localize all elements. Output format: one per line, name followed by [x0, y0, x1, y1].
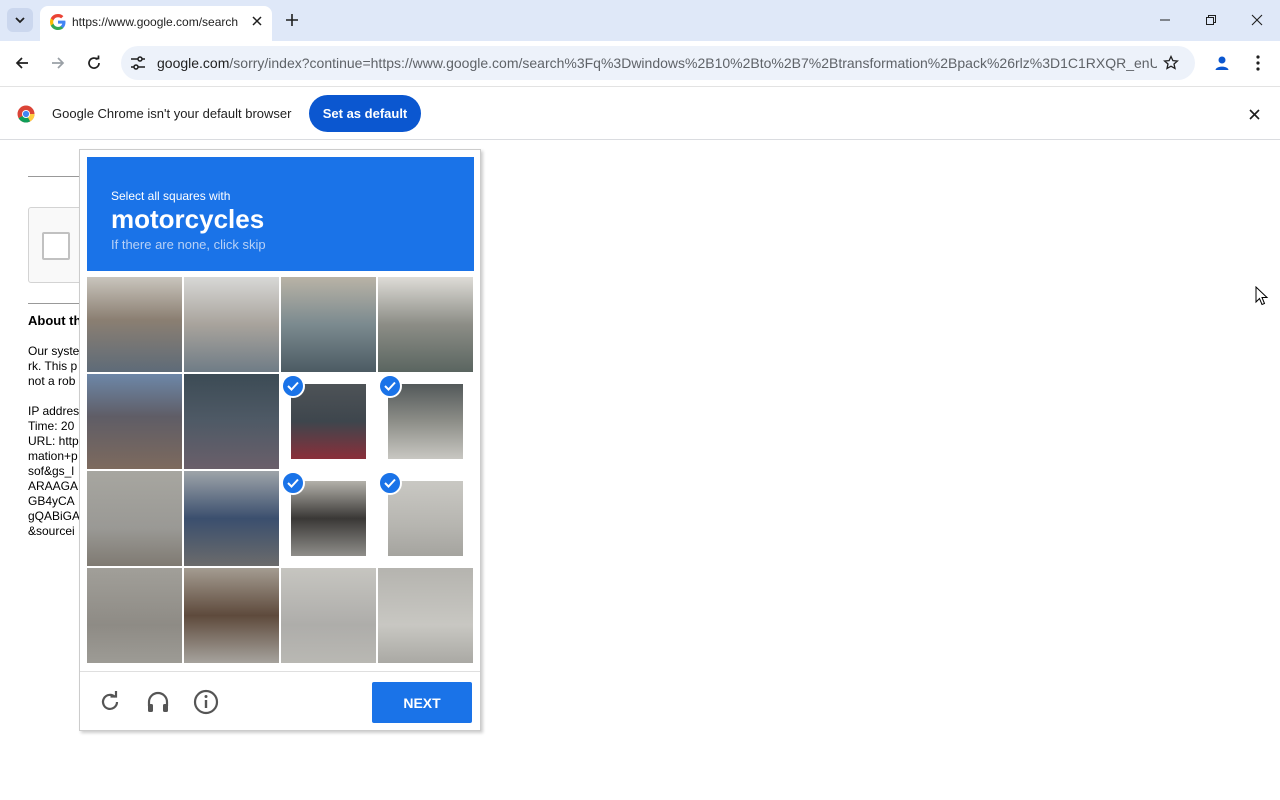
- audio-challenge-button[interactable]: [144, 688, 172, 716]
- back-arrow-icon: [15, 57, 28, 69]
- profile-button[interactable]: [1210, 51, 1234, 75]
- tile-image: [291, 384, 366, 459]
- tile-image: [388, 481, 463, 556]
- challenge-header: Select all squares with motorcycles If t…: [87, 157, 474, 271]
- forward-arrow-icon: [52, 57, 65, 69]
- checkmark-icon: [281, 374, 305, 398]
- tile-image: [184, 277, 279, 372]
- image-tile[interactable]: [281, 471, 376, 566]
- image-tile[interactable]: [378, 277, 473, 372]
- infobar-message: Google Chrome isn't your default browser: [52, 106, 292, 121]
- checkmark-icon: [281, 471, 305, 495]
- close-window-button[interactable]: [1243, 8, 1271, 32]
- url-text: google.com/sorry/index?continue=https://…: [157, 55, 1157, 71]
- tile-image: [184, 471, 279, 566]
- image-grid: [87, 277, 474, 664]
- tile-image: [87, 471, 182, 566]
- image-tile[interactable]: [87, 277, 182, 372]
- tile-image: [388, 384, 463, 459]
- star-icon: [1163, 55, 1179, 70]
- next-button[interactable]: NEXT: [372, 682, 472, 723]
- challenge-skip-hint: If there are none, click skip: [111, 237, 266, 252]
- close-tab-button[interactable]: [248, 12, 266, 30]
- tab-bar: https://www.google.com/search: [0, 0, 1280, 41]
- google-g-icon: [50, 14, 66, 30]
- reload-challenge-button[interactable]: [96, 688, 124, 716]
- image-tile[interactable]: [184, 568, 279, 663]
- close-icon: [1251, 14, 1263, 26]
- tile-image: [184, 374, 279, 469]
- image-tile[interactable]: [378, 568, 473, 663]
- url-path: /sorry/index?continue=https://www.google…: [229, 55, 1157, 71]
- image-tile[interactable]: [281, 277, 376, 372]
- challenge-instruction: Select all squares with: [111, 189, 231, 203]
- image-tile[interactable]: [87, 471, 182, 566]
- tab-search-button[interactable]: [7, 8, 33, 32]
- close-infobar-button[interactable]: [1244, 104, 1264, 124]
- tile-image: [281, 277, 376, 372]
- challenge-footer: NEXT: [80, 671, 480, 731]
- image-tile[interactable]: [281, 568, 376, 663]
- new-tab-button[interactable]: [282, 10, 302, 30]
- image-tile[interactable]: [184, 277, 279, 372]
- recaptcha-challenge: Select all squares with motorcycles If t…: [79, 149, 481, 731]
- back-button[interactable]: [10, 51, 34, 75]
- url-host: google.com: [157, 55, 230, 71]
- forward-button[interactable]: [46, 51, 70, 75]
- tile-image: [378, 277, 473, 372]
- tile-image: [87, 568, 182, 663]
- profile-icon: [1215, 56, 1229, 70]
- tile-image: [87, 374, 182, 469]
- reload-icon: [101, 691, 119, 710]
- chrome-menu-button[interactable]: [1248, 51, 1268, 75]
- reload-button[interactable]: [82, 51, 106, 75]
- image-tile[interactable]: [378, 471, 473, 566]
- restore-button[interactable]: [1197, 8, 1225, 32]
- image-tile[interactable]: [87, 568, 182, 663]
- tile-image: [281, 568, 376, 663]
- tile-image: [87, 277, 182, 372]
- minimize-button[interactable]: [1151, 8, 1179, 32]
- default-browser-infobar: Google Chrome isn't your default browser…: [0, 86, 1280, 140]
- tune-icon: [131, 56, 145, 70]
- recaptcha-checkbox[interactable]: [42, 232, 70, 260]
- image-tile[interactable]: [378, 374, 473, 469]
- headphones-icon: [147, 691, 169, 712]
- tab-active[interactable]: https://www.google.com/search: [40, 6, 272, 41]
- checkmark-icon: [378, 374, 402, 398]
- image-tile[interactable]: [281, 374, 376, 469]
- minimize-icon: [1160, 19, 1170, 21]
- set-as-default-button[interactable]: Set as default: [309, 95, 421, 132]
- help-button[interactable]: [192, 688, 220, 716]
- toolbar: google.com/sorry/index?continue=https://…: [0, 41, 1280, 86]
- chrome-logo-icon: [17, 105, 35, 123]
- bookmark-button[interactable]: [1161, 53, 1181, 73]
- about-heading: About th: [28, 313, 82, 328]
- close-icon: [252, 16, 262, 26]
- checkmark-icon: [378, 471, 402, 495]
- tile-image: [378, 568, 473, 663]
- tile-image: [184, 568, 279, 663]
- address-bar[interactable]: google.com/sorry/index?continue=https://…: [121, 46, 1195, 80]
- image-tile[interactable]: [87, 374, 182, 469]
- chevron-down-icon: [15, 17, 25, 24]
- image-tile[interactable]: [184, 471, 279, 566]
- tile-image: [291, 481, 366, 556]
- kebab-menu-icon: [1256, 55, 1260, 71]
- tab-title: https://www.google.com/search: [72, 15, 239, 29]
- restore-icon: [1206, 15, 1216, 25]
- reload-icon: [88, 55, 100, 69]
- mouse-cursor-icon: [1255, 286, 1269, 306]
- info-icon: [193, 689, 219, 715]
- plus-icon: [286, 14, 298, 26]
- close-icon: [1248, 108, 1260, 120]
- challenge-target: motorcycles: [111, 204, 265, 234]
- image-tile[interactable]: [184, 374, 279, 469]
